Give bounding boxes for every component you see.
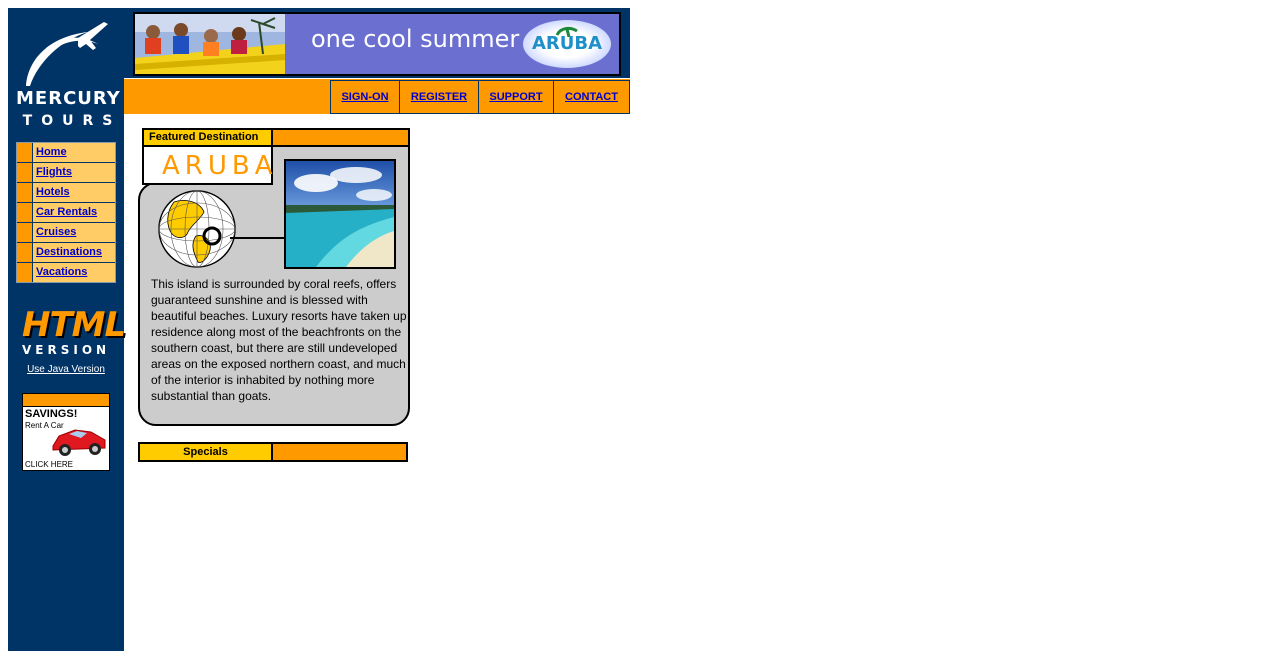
sidebar-link-destinations[interactable]: Destinations [36, 246, 102, 258]
globe-icon [158, 190, 236, 268]
logo-wordmark: MERCURY [16, 88, 121, 109]
tab-sign-on[interactable]: SIGN-ON [330, 80, 400, 114]
register-link[interactable]: REGISTER [411, 91, 467, 103]
sidebar-item-car-rentals[interactable]: Car Rentals [17, 203, 115, 223]
nav-bullet [17, 243, 33, 262]
ad-headline: SAVINGS! [25, 408, 78, 420]
sidebar-item-cruises[interactable]: Cruises [17, 223, 115, 243]
sidebar-link-hotels[interactable]: Hotels [36, 186, 70, 198]
tab-support[interactable]: SUPPORT [478, 80, 554, 114]
specials-header-label: Specials [140, 444, 273, 460]
html-version-title: HTML [22, 305, 126, 345]
sidebar-item-flights[interactable]: Flights [17, 163, 115, 183]
sidebar-link-vacations[interactable]: Vacations [36, 266, 87, 278]
sidebar-nav: Home Flights Hotels Car Rentals Cruises … [16, 142, 116, 283]
nav-bullet [17, 183, 33, 202]
red-car-icon [52, 429, 106, 456]
airplane-swoosh-icon [26, 22, 108, 86]
sidebar-item-hotels[interactable]: Hotels [17, 183, 115, 203]
sidebar-link-car-rentals[interactable]: Car Rentals [36, 206, 97, 218]
nav-bullet [17, 143, 33, 162]
nav-bullet [17, 203, 33, 222]
tab-contact[interactable]: CONTACT [553, 80, 630, 114]
destination-title: ARUBA [162, 151, 278, 181]
sidebar-item-vacations[interactable]: Vacations [17, 263, 115, 282]
sidebar-link-cruises[interactable]: Cruises [36, 226, 76, 238]
sidebar-link-flights[interactable]: Flights [36, 166, 72, 178]
logo-subtitle: TOURS [22, 113, 122, 129]
featured-header-label: Featured Destination [142, 128, 273, 147]
support-link[interactable]: SUPPORT [489, 91, 542, 103]
java-version-container: Use Java Version [8, 364, 124, 375]
banner-tagline: one cool summer [311, 25, 520, 53]
specials-header-bar: Specials [138, 442, 408, 462]
mercury-tours-logo[interactable]: MERCURY TOURS [16, 18, 121, 128]
sidebar-link-home[interactable]: Home [36, 146, 67, 158]
destination-description: This island is surrounded by coral reefs… [151, 277, 407, 403]
sign-on-link[interactable]: SIGN-ON [341, 91, 388, 103]
banner-brand: ARUBA [531, 33, 603, 54]
promo-banner[interactable]: one cool summer ARUBA [133, 12, 621, 76]
sidebar-item-home[interactable]: Home [17, 143, 115, 163]
nav-bullet [17, 163, 33, 182]
html-version-subtitle: VERSION [22, 343, 111, 357]
car-rental-ad[interactable]: SAVINGS! Rent A Car CLICK HERE [22, 393, 110, 471]
left-sidebar: MERCURY TOURS Home Flights Hotels Car Re… [8, 8, 126, 651]
beach-photo [284, 159, 396, 269]
contact-link[interactable]: CONTACT [565, 91, 618, 103]
ad-cta: CLICK HERE [25, 460, 74, 469]
ad-header-bar [23, 394, 109, 407]
globe-connector-line [230, 237, 284, 239]
kids-on-raft-image [135, 14, 285, 74]
featured-destination-panel: Featured Destination ARUBA This island i… [138, 128, 410, 426]
sidebar-item-destinations[interactable]: Destinations [17, 243, 115, 263]
nav-bullet [17, 263, 33, 282]
tab-register[interactable]: REGISTER [399, 80, 479, 114]
nav-bullet [17, 223, 33, 242]
html-version-badge: HTML VERSION [16, 306, 126, 358]
java-version-link[interactable]: Use Java Version [27, 364, 105, 375]
